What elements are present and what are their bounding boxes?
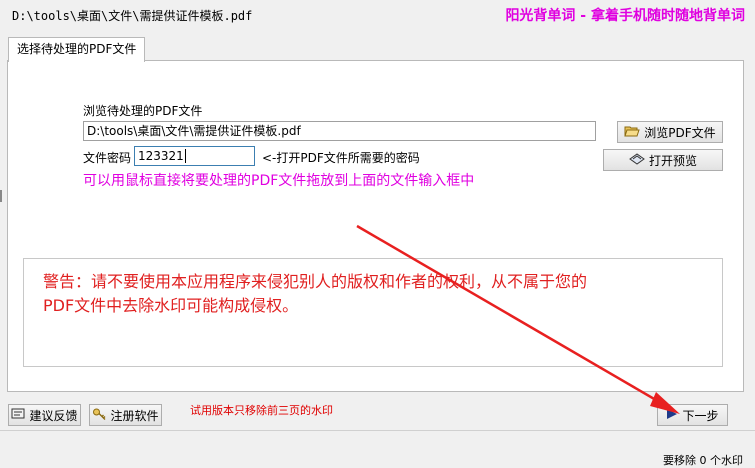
register-label: 注册软件 [110,408,159,423]
warning-text: 警告：请不要使用本应用程序来侵犯别人的版权和作者的权利，从不属于您的 PDF文件… [43,270,713,318]
status-bar [0,430,755,463]
status-text: 要移除 0 个水印 [663,454,743,467]
folder-open-icon [624,124,640,141]
window-edge-marker [0,190,2,202]
open-preview-button[interactable]: 打开预览 [603,149,723,171]
password-label: 文件密码 [83,151,132,165]
drag-drop-hint: 可以用鼠标直接将要处理的PDF文件拖放到上面的文件输入框中 [83,173,475,189]
comment-icon [11,407,25,424]
tab-select-pdf[interactable]: 选择待处理的PDF文件 [8,37,146,62]
next-step-button[interactable]: 下一步 [657,404,728,426]
password-hint: <-打开PDF文件所需要的密码 [262,151,420,165]
warning-line-2: PDF文件中去除水印可能构成侵权。 [43,296,299,315]
book-icon [629,152,645,169]
feedback-label: 建议反馈 [29,408,78,423]
promo-slogan[interactable]: 阳光背单词 - 拿着手机随时随地背单词 [505,5,745,25]
feedback-button[interactable]: 建议反馈 [8,404,81,426]
browse-pdf-label: 浏览PDF文件 [644,125,716,140]
open-preview-label: 打开预览 [648,153,697,168]
next-step-label: 下一步 [682,408,719,423]
trial-notice: 试用版本只移除前三页的水印 [190,404,333,417]
warning-line-1: 警告：请不要使用本应用程序来侵犯别人的版权和作者的权利，从不属于您的 [43,272,588,291]
password-input[interactable]: 123321 [134,146,255,166]
key-icon [92,407,106,424]
play-arrow-icon [666,408,678,423]
browse-label: 浏览待处理的PDF文件 [83,104,203,118]
current-file-path: D:\tools\桌面\文件\需提供证件模板.pdf [12,9,253,23]
register-button[interactable]: 注册软件 [89,404,162,426]
browse-pdf-button[interactable]: 浏览PDF文件 [617,121,723,143]
file-path-input[interactable]: D:\tools\桌面\文件\需提供证件模板.pdf [83,121,596,141]
